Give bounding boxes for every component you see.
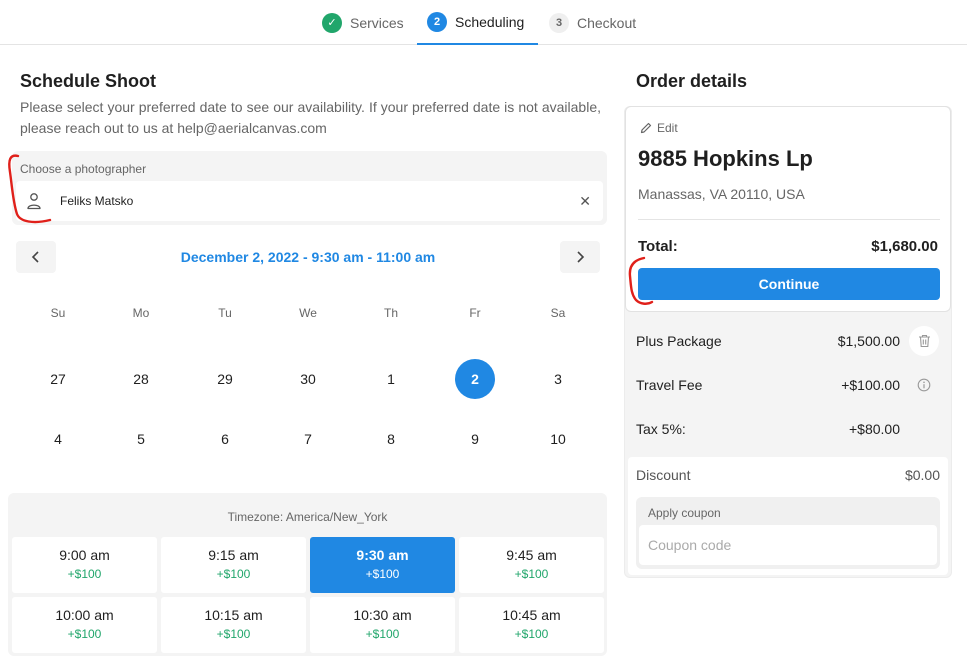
timeslot[interactable]: 10:00 am +$100 xyxy=(12,597,157,653)
timeslot-price: +$100 xyxy=(216,567,251,581)
line-item-label: Plus Package xyxy=(636,333,722,349)
timeslot-price: +$100 xyxy=(216,627,251,641)
step-services[interactable]: ✓ Services xyxy=(322,0,404,45)
calendar-day[interactable]: 30 xyxy=(288,359,328,399)
photographer-select: Choose a photographer Feliks Matsko ✕ xyxy=(12,151,607,225)
discount-label: Discount xyxy=(636,467,691,483)
timeslot-time: 9:15 am xyxy=(208,547,259,563)
timeslot-panel: Timezone: America/New_York 9:00 am +$100… xyxy=(8,493,607,656)
weekday-header: Su xyxy=(50,306,66,320)
calendar-day[interactable]: 10 xyxy=(538,419,578,459)
step-label: Services xyxy=(350,14,404,31)
timeslot[interactable]: 10:30 am +$100 xyxy=(310,597,455,653)
calendar-day[interactable]: 9 xyxy=(455,419,495,459)
calendar-day[interactable]: 8 xyxy=(371,419,411,459)
photographer-label: Choose a photographer xyxy=(20,162,147,176)
timeslot-time: 9:30 am xyxy=(356,547,409,563)
timeslot-time: 10:30 am xyxy=(353,607,412,623)
check-icon: ✓ xyxy=(322,12,342,33)
timeslot-price: +$100 xyxy=(365,627,400,641)
next-date-button[interactable] xyxy=(560,241,600,273)
timeslot-time: 10:15 am xyxy=(204,607,263,623)
page-title: Schedule Shoot xyxy=(20,71,157,91)
calendar-day[interactable]: 5 xyxy=(121,419,161,459)
coupon-box: Apply coupon xyxy=(636,497,940,569)
line-item-label: Tax 5%: xyxy=(636,421,686,437)
discount-value: $0.00 xyxy=(904,467,940,483)
chevron-right-icon xyxy=(577,251,585,263)
coupon-input[interactable] xyxy=(639,525,937,565)
line-item-value: +$100.00 xyxy=(841,377,900,393)
photographer-name: Feliks Matsko xyxy=(60,194,134,208)
timeslot-price: +$100 xyxy=(67,567,102,581)
timeslot-price: +$100 xyxy=(514,627,549,641)
selected-date-label: December 2, 2022 - 9:30 am - 11:00 am xyxy=(180,249,436,265)
calendar-day-selected[interactable]: 2 xyxy=(455,359,495,399)
calendar-day[interactable]: 1 xyxy=(371,359,411,399)
property-address: 9885 Hopkins Lp xyxy=(638,146,813,171)
step-label: Scheduling xyxy=(455,13,525,30)
calendar-day[interactable]: 7 xyxy=(288,419,328,459)
step-label: Checkout xyxy=(577,14,637,31)
photographer-field[interactable]: Feliks Matsko ✕ xyxy=(16,181,603,221)
trash-icon xyxy=(918,334,930,348)
line-item-value: $1,500.00 xyxy=(837,333,900,349)
timeslot-time: 9:00 am xyxy=(59,547,110,563)
calendar-day[interactable]: 3 xyxy=(538,359,578,399)
weekday-header: Tu xyxy=(218,306,232,320)
calendar-day[interactable]: 28 xyxy=(121,359,161,399)
checkout-stepper: ✓ Services 2 Scheduling 3 Checkout xyxy=(0,0,967,45)
line-item-label: Travel Fee xyxy=(636,377,703,393)
timeslot[interactable]: 9:45 am +$100 xyxy=(459,537,604,593)
timeslot-selected[interactable]: 9:30 am +$100 xyxy=(310,537,455,593)
total-label: Total: xyxy=(638,238,678,255)
timeslot-time: 9:45 am xyxy=(506,547,557,563)
property-city: Manassas, VA 20110, USA xyxy=(638,186,805,202)
order-card: Edit 9885 Hopkins Lp Manassas, VA 20110,… xyxy=(625,106,951,312)
calendar-day[interactable]: 27 xyxy=(38,359,78,399)
weekday-header: We xyxy=(299,306,317,320)
calendar-day[interactable]: 4 xyxy=(38,419,78,459)
divider xyxy=(638,219,940,220)
calendar-day[interactable]: 6 xyxy=(205,419,245,459)
page-description: Please select your preferred date to see… xyxy=(20,99,601,136)
order-details-title: Order details xyxy=(636,71,748,91)
pencil-icon xyxy=(640,122,652,134)
timeslot-price: +$100 xyxy=(365,567,400,581)
timeslot-time: 10:45 am xyxy=(502,607,561,623)
info-icon[interactable] xyxy=(917,378,931,392)
timeslot[interactable]: 9:00 am +$100 xyxy=(12,537,157,593)
weekday-header: Mo xyxy=(132,306,150,320)
line-item-value: +$80.00 xyxy=(849,421,900,437)
coupon-label: Apply coupon xyxy=(648,506,721,520)
timezone-label: Timezone: America/New_York xyxy=(227,510,388,524)
step-number-badge: 3 xyxy=(549,12,569,33)
edit-label: Edit xyxy=(657,121,678,135)
calendar-day[interactable]: 29 xyxy=(205,359,245,399)
person-icon xyxy=(27,193,41,210)
chevron-left-icon xyxy=(31,251,39,263)
total-value: $1,680.00 xyxy=(871,238,938,255)
edit-button[interactable]: Edit xyxy=(640,121,678,135)
remove-package-button[interactable] xyxy=(909,326,939,356)
step-scheduling[interactable]: 2 Scheduling xyxy=(417,0,538,45)
timeslot-time: 10:00 am xyxy=(55,607,114,623)
previous-date-button[interactable] xyxy=(16,241,56,273)
timeslot[interactable]: 10:15 am +$100 xyxy=(161,597,306,653)
weekday-header: Fr xyxy=(469,306,481,320)
weekday-header: Sa xyxy=(550,306,566,320)
weekday-header: Th xyxy=(383,306,398,320)
timeslot-price: +$100 xyxy=(514,567,549,581)
timeslot-price: +$100 xyxy=(67,627,102,641)
step-checkout[interactable]: 3 Checkout xyxy=(549,0,636,45)
continue-button[interactable]: Continue xyxy=(638,268,940,300)
step-number-badge: 2 xyxy=(427,11,447,32)
timeslot[interactable]: 10:45 am +$100 xyxy=(459,597,604,653)
timeslot[interactable]: 9:15 am +$100 xyxy=(161,537,306,593)
discount-section: Discount $0.00 Apply coupon xyxy=(628,457,948,575)
clear-icon[interactable]: ✕ xyxy=(579,193,591,210)
